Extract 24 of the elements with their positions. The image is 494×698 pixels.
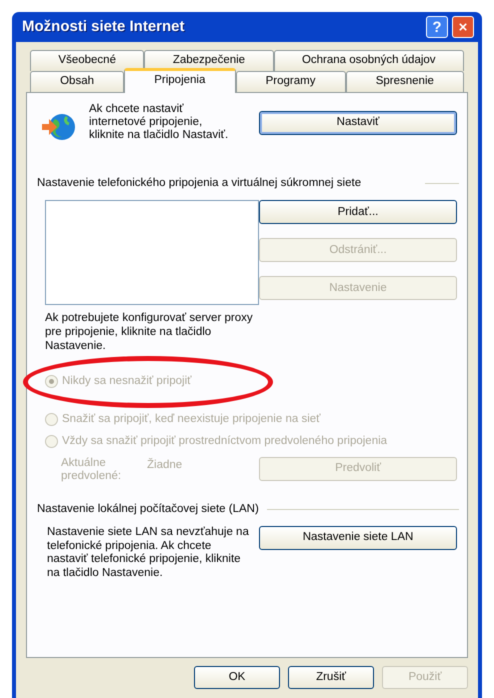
tab[interactable]: Programy [236, 71, 346, 92]
lan-settings-button[interactable]: Nastavenie siete LAN [259, 526, 457, 550]
cancel-button[interactable]: Zrušiť [288, 666, 374, 689]
proxy-instructions: Ak potrebujete konfigurovať server proxy pre pripojenie, kliknite na tlačidlo Nastavenie. [45, 312, 254, 354]
tab[interactable]: Spresnenie [346, 71, 464, 92]
current-default-label: Aktuálne predvolené: [61, 456, 122, 484]
connection-list[interactable] [45, 200, 259, 306]
lan-instructions: Nastavenie siete LAN sa nevzťahuje na telefonické pripojenia. Ak chcete nastaviť telefonické pripojenie, kliknite na tlačidlo Nastavenie. [47, 526, 250, 582]
tab[interactable]: Ochrana osobných údajov [274, 50, 464, 71]
tab[interactable]: Zabezpečenie [144, 50, 274, 71]
close-button[interactable]: × [452, 16, 474, 38]
help-button[interactable]: ? [426, 16, 448, 38]
current-default-value: Žiadne [147, 457, 182, 473]
section-heading: Nastavenie telefonického pripojenia a virtuálnej súkromnej siete [37, 176, 362, 191]
tab[interactable]: Obsah [30, 71, 124, 92]
setup-button[interactable]: Nastaviť [259, 111, 457, 135]
tab[interactable]: Všeobecné [30, 50, 144, 71]
window-title: Možnosti siete Internet [22, 16, 185, 37]
ok-button[interactable]: OK [194, 666, 280, 689]
section-heading: Nastavenie lokálnej počítačovej siete (LAN) [37, 502, 259, 517]
add-button[interactable]: Pridať... [259, 200, 457, 224]
globe-icon [41, 111, 77, 143]
tab[interactable]: Pripojenia [124, 68, 236, 93]
setup-instructions: Ak chcete nastaviť internetové pripojenie, kliknite na tlačidlo Nastaviť. [89, 103, 230, 143]
